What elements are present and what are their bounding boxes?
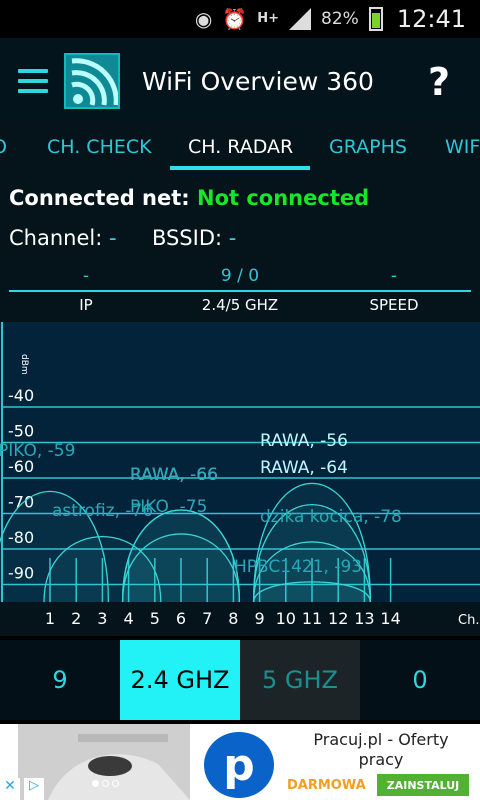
clock: 12:41 <box>396 5 466 33</box>
x-tick-label: 10 <box>276 609 296 628</box>
tab-overview[interactable]: O <box>0 136 7 158</box>
band-5-count: 0 <box>360 640 480 720</box>
app-title: WiFi Overview 360 <box>142 66 374 96</box>
channel-row: Channel: - BSSID: - <box>9 226 236 250</box>
x-tick-label: 14 <box>380 609 400 628</box>
ad-app-logo: p <box>204 732 274 798</box>
band-5-ghz-button[interactable]: 5 GHZ <box>240 640 360 720</box>
x-tick-label: 11 <box>302 609 322 628</box>
channel-label: Channel: <box>9 226 103 250</box>
tab-bar: O CH. CHECK CH. RADAR GRAPHS WIF <box>0 124 480 170</box>
x-tick-label: 7 <box>202 609 212 628</box>
bssid-label: BSSID: <box>151 226 223 250</box>
x-tick-label: 1 <box>45 609 55 628</box>
network-label: HPBC1421, -93 <box>234 557 362 577</box>
ad-banner[interactable]: p Pracuj.pl - Oferty pracy DARMOWA ZAINS… <box>0 724 480 800</box>
x-axis-label: Ch. <box>458 613 479 628</box>
x-tick-label: 4 <box>124 609 134 628</box>
ad-free-label: DARMOWA <box>287 778 366 793</box>
y-tick-label: -40 <box>8 386 34 405</box>
eye-icon: ◉ <box>194 7 213 31</box>
y-tick-label: -50 <box>8 422 34 441</box>
app-bar: WiFi Overview 360 ? <box>0 38 480 124</box>
x-tick-label: 9 <box>255 609 265 628</box>
network-label: dzika kocica, -78 <box>260 507 402 527</box>
ad-carousel-dot <box>102 780 109 787</box>
band-selector: 9 2.4 GHZ 5 GHZ 0 <box>0 640 480 720</box>
connected-net-value: Not connected <box>197 186 370 210</box>
speed-label: SPEED <box>369 296 419 314</box>
bssid-value: - <box>228 226 237 250</box>
network-label: RAWA, -56 <box>260 431 348 451</box>
battery-fill <box>371 12 380 28</box>
x-tick-label: 3 <box>97 609 107 628</box>
chart-svg: dBm-40-50-60-70-80-901234567891011121314… <box>0 322 480 628</box>
channel-radar-chart: dBm-40-50-60-70-80-901234567891011121314… <box>0 322 480 636</box>
network-label: PIKO, -75 <box>130 497 207 517</box>
band-24-count: 9 <box>0 640 120 720</box>
menu-icon[interactable] <box>18 69 48 93</box>
battery-icon <box>368 7 383 31</box>
ip-value: - <box>82 266 90 286</box>
band-24-ghz-button[interactable]: 2.4 GHZ <box>120 640 240 720</box>
ad-carousel-dot <box>92 780 99 787</box>
hplus-data-icon: H+ <box>257 11 280 26</box>
ad-close-icon[interactable]: ✕ <box>0 778 20 800</box>
ad-title: Pracuj.pl - Oferty pracy <box>313 730 449 769</box>
status-bar: ◉ ⏰ H+ 82% 12:41 <box>0 0 480 38</box>
alarm-icon: ⏰ <box>222 7 248 31</box>
battery-percent: 82% <box>321 9 359 29</box>
ad-carousel-dot <box>112 780 119 787</box>
tab-ch-check[interactable]: CH. CHECK <box>47 136 152 158</box>
channel-value: - <box>108 226 117 250</box>
x-tick-label: 12 <box>328 609 348 628</box>
x-tick-label: 2 <box>71 609 81 628</box>
connection-info: Connected net: Not connected Channel: - … <box>0 170 480 322</box>
speed-value: - <box>390 266 398 286</box>
x-tick-label: 13 <box>354 609 374 628</box>
connected-net-row: Connected net: Not connected <box>9 186 369 210</box>
help-button[interactable]: ? <box>428 60 450 104</box>
x-tick-label: 6 <box>176 609 186 628</box>
x-tick-label: 8 <box>228 609 238 628</box>
band-count-value: 9 / 0 <box>220 266 260 286</box>
signal-icon <box>289 8 312 30</box>
network-label: PIKO, -59 <box>0 441 75 461</box>
signal-bars <box>289 8 312 30</box>
ip-label: IP <box>79 296 93 314</box>
wifi-logo-icon <box>71 58 118 106</box>
ad-install-button[interactable]: ZAINSTALUJ <box>377 774 469 796</box>
connected-net-label: Connected net: <box>9 186 190 210</box>
ad-info-icon[interactable]: ▷ <box>24 778 44 800</box>
stats-row: - 9 / 0 - IP 2.4/5 GHZ SPEED <box>9 266 471 316</box>
network-label: RAWA, -64 <box>260 458 348 478</box>
tab-graphs[interactable]: GRAPHS <box>329 136 407 158</box>
y-axis-unit-label: dBm <box>19 354 29 375</box>
tab-ch-radar[interactable]: CH. RADAR <box>188 136 293 158</box>
tab-wifi[interactable]: WIF <box>445 136 480 158</box>
network-label: RAWA, -66 <box>130 465 218 485</box>
x-tick-label: 5 <box>150 609 160 628</box>
band-count-label: 2.4/5 GHZ <box>201 296 279 314</box>
app-logo <box>64 53 120 109</box>
